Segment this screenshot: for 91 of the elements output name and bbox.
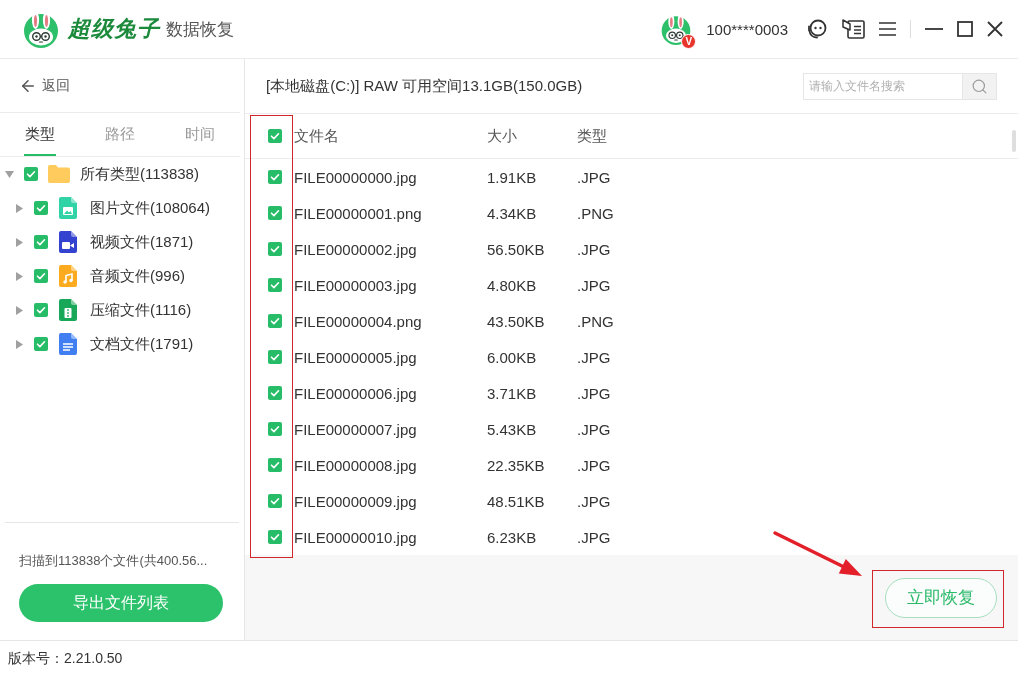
search-field[interactable]: 请输入文件名搜索 [803, 72, 962, 100]
file-type-cell: .JPG [577, 276, 611, 294]
file-size-cell: 43.50KB [487, 312, 545, 330]
vip-badge: V [681, 34, 697, 49]
image-file-icon [59, 197, 77, 219]
brand-name: 超级兔子 [68, 15, 160, 43]
tree-item-label[interactable]: 视频文件(1871) [90, 232, 194, 252]
file-type-cell: .PNG [577, 312, 614, 330]
checkbox[interactable] [34, 201, 48, 215]
caret-right-icon[interactable] [16, 237, 23, 247]
file-type-cell: .JPG [577, 456, 611, 474]
caret-right-icon[interactable] [16, 271, 23, 281]
file-size-cell: 6.23KB [487, 528, 537, 546]
version-label: 版本号：2.21.0.50 [8, 649, 123, 668]
back-button[interactable]: 返回 [17, 74, 72, 97]
file-name-cell: FILE00000009.jpg [294, 492, 417, 510]
checkbox[interactable] [268, 129, 282, 143]
file-name-cell: FILE00000004.png [294, 312, 422, 330]
file-size-cell: 6.00KB [487, 348, 537, 366]
caret-right-icon[interactable] [16, 339, 23, 349]
close-icon[interactable] [987, 21, 1003, 37]
column-header: 类型 [577, 126, 607, 146]
checkbox[interactable] [268, 422, 282, 436]
file-name-cell: FILE00000010.jpg [294, 528, 417, 546]
file-type-cell: .JPG [577, 240, 611, 258]
checkbox[interactable] [268, 242, 282, 256]
rabbit-avatar-icon [660, 13, 693, 45]
file-name-cell: FILE00000001.png [294, 204, 422, 222]
disk-info: [本地磁盘(C:)] RAW 可用空间13.1GB(150.0GB) [266, 76, 583, 96]
file-type-cell: .JPG [577, 420, 611, 438]
checkbox[interactable] [268, 458, 282, 472]
caret-right-icon[interactable] [16, 203, 23, 213]
tree-item-label[interactable]: 所有类型(113838) [80, 164, 199, 184]
file-size-cell: 5.43KB [487, 420, 537, 438]
file-name-cell: FILE00000005.jpg [294, 348, 417, 366]
column-header: 大小 [487, 126, 517, 146]
checkbox[interactable] [268, 494, 282, 508]
file-type-cell: .JPG [577, 528, 611, 546]
checkbox[interactable] [268, 170, 282, 184]
archive-file-icon [59, 299, 77, 321]
file-name-cell: FILE00000008.jpg [294, 456, 417, 474]
checkbox[interactable] [268, 350, 282, 364]
checkbox[interactable] [34, 235, 48, 249]
video-file-icon [59, 231, 77, 253]
music-file-icon [59, 265, 77, 287]
column-header: 文件名 [294, 126, 339, 146]
file-type-cell: .JPG [577, 348, 611, 366]
tree-item-label[interactable]: 压缩文件(1116) [90, 300, 192, 320]
checkbox[interactable] [268, 278, 282, 292]
search-button[interactable] [962, 72, 997, 100]
file-size-cell: 22.35KB [487, 456, 545, 474]
checkbox[interactable] [268, 314, 282, 328]
checkbox[interactable] [268, 206, 282, 220]
file-name-cell: FILE00000002.jpg [294, 240, 417, 258]
maximize-icon[interactable] [957, 21, 973, 37]
file-name-cell: FILE00000000.jpg [294, 168, 417, 186]
headset-icon[interactable] [806, 18, 828, 40]
file-size-cell: 1.91KB [487, 168, 537, 186]
checkbox[interactable] [34, 269, 48, 283]
tree-item-label[interactable]: 文档文件(1791) [90, 334, 194, 354]
file-name-cell: FILE00000003.jpg [294, 276, 417, 294]
file-type-cell: .JPG [577, 384, 611, 402]
file-size-cell: 48.51KB [487, 492, 545, 510]
caret-right-icon[interactable] [16, 305, 23, 315]
file-type-cell: .JPG [577, 168, 611, 186]
menu-icon[interactable] [879, 22, 896, 36]
notepad-icon[interactable] [842, 18, 865, 40]
search-icon [971, 77, 988, 95]
caret-down-icon[interactable] [5, 170, 14, 178]
checkbox[interactable] [34, 337, 48, 351]
tab[interactable]: 类型 [24, 113, 56, 156]
file-name-cell: FILE00000006.jpg [294, 384, 417, 402]
file-size-cell: 56.50KB [487, 240, 545, 258]
file-type-cell: .PNG [577, 204, 614, 222]
tree-item-label[interactable]: 音频文件(996) [90, 266, 186, 286]
folder-icon [48, 165, 70, 183]
checkbox[interactable] [34, 303, 48, 317]
file-size-cell: 3.71KB [487, 384, 537, 402]
file-size-cell: 4.34KB [487, 204, 537, 222]
file-type-cell: .JPG [577, 492, 611, 510]
account-name[interactable]: 100****0003 [706, 20, 788, 38]
product-name: 数据恢复 [166, 18, 234, 41]
checkbox[interactable] [268, 530, 282, 544]
file-size-cell: 4.80KB [487, 276, 537, 294]
document-file-icon [59, 333, 77, 355]
scrollbar-thumb[interactable] [1012, 130, 1016, 152]
file-name-cell: FILE00000007.jpg [294, 420, 417, 438]
tree-item-label[interactable]: 图片文件(108064) [90, 198, 211, 218]
scan-summary: 扫描到113838个文件(共400.56... [19, 552, 208, 570]
checkbox[interactable] [268, 386, 282, 400]
checkbox[interactable] [24, 167, 38, 181]
